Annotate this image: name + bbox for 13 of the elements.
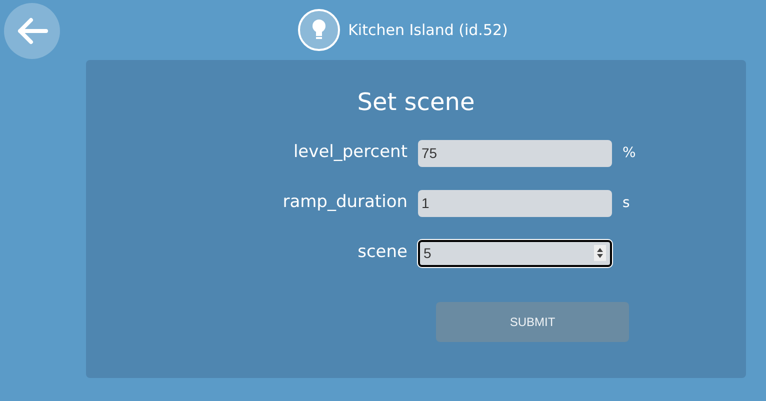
lightbulb-icon (298, 9, 340, 51)
input-field[interactable]: 75 (418, 140, 612, 166)
form-title: Set scene (357, 87, 475, 118)
field-label: level_percent (292, 141, 408, 164)
input-field[interactable]: 1 (418, 190, 612, 216)
back-arrow-icon (16, 17, 48, 45)
input-field[interactable]: 5 (418, 240, 612, 266)
spinner-icon[interactable] (594, 245, 606, 261)
unit-label: s (622, 194, 630, 212)
device-title: Kitchen Island (id.52) (348, 20, 508, 41)
field-label: scene (356, 241, 408, 264)
field-label: ramp_duration (282, 191, 408, 214)
unit-label: % (622, 144, 636, 162)
